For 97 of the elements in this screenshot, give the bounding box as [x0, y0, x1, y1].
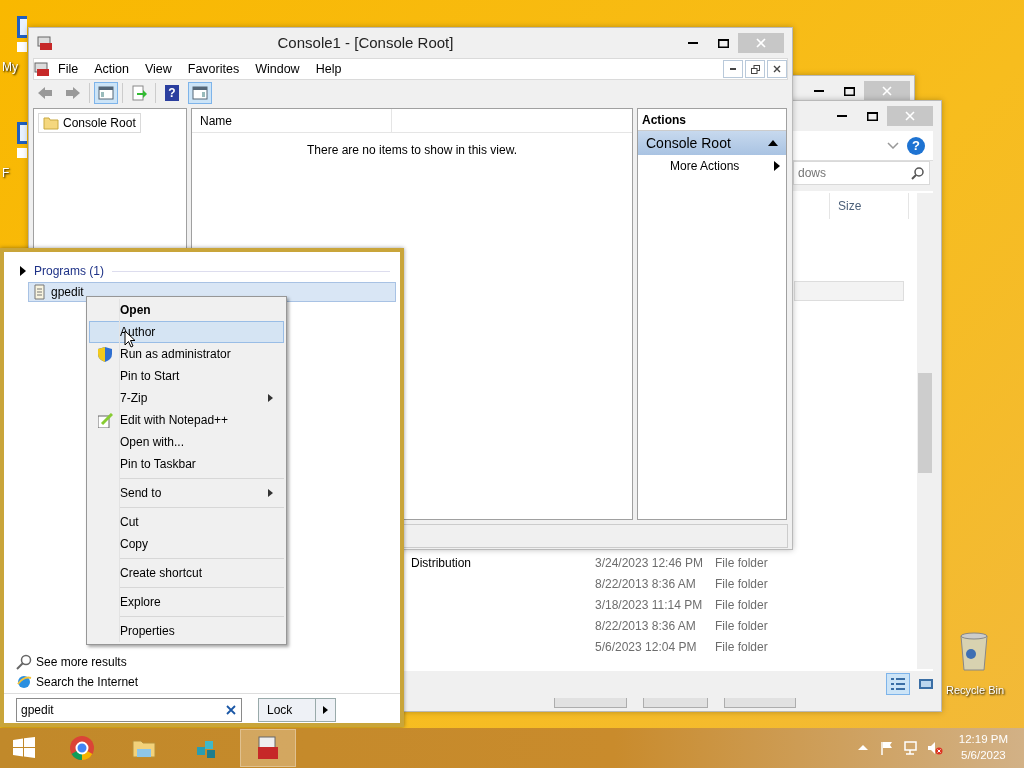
action-item[interactable]: More Actions	[638, 155, 786, 177]
submenu-arrow-icon	[774, 161, 780, 171]
minimize-icon	[837, 115, 847, 117]
back-arrow-icon	[37, 85, 53, 101]
action-pane-icon	[192, 85, 208, 101]
taskbar-button[interactable]	[240, 729, 296, 767]
folder-icon	[43, 116, 59, 130]
collapse-arrow-icon[interactable]	[768, 140, 778, 146]
export-list-icon	[131, 85, 147, 101]
maximize-icon	[717, 38, 729, 48]
date-modified: 8/22/2013 8:36 AM	[595, 618, 696, 635]
column-header[interactable]: Name	[192, 109, 392, 132]
clear-icon[interactable]	[226, 705, 236, 715]
menu-item[interactable]: Pin to Start	[89, 365, 284, 387]
menu-item[interactable]: File	[50, 59, 87, 79]
shield-icon	[98, 346, 112, 362]
toolbox-icon	[37, 35, 53, 51]
column-header[interactable]: Size	[829, 193, 909, 219]
menu-item[interactable]: Create shortcut	[89, 562, 284, 584]
date-modified: 8/22/2013 8:36 AM	[595, 576, 696, 593]
restore-button[interactable]	[745, 60, 765, 78]
toolbar-button[interactable]	[94, 82, 118, 104]
close-button[interactable]	[767, 60, 787, 78]
toolbar-button[interactable]: ?	[160, 82, 184, 104]
search-field[interactable]: gpedit	[16, 698, 242, 722]
view-button[interactable]	[886, 673, 910, 695]
list-view-icon	[890, 676, 906, 692]
minimize-icon	[688, 42, 698, 44]
desktop-icon-label: My	[2, 59, 18, 76]
menu-item[interactable]: Window	[247, 59, 308, 79]
date-modified: 3/24/2023 12:46 PM	[595, 555, 704, 572]
menu-item[interactable]: Send to	[89, 482, 284, 504]
item-type: File folder	[715, 576, 768, 593]
lock-button[interactable]: Lock	[258, 698, 316, 722]
menu-item[interactable]: 7-Zip	[89, 387, 284, 409]
shutdown-options-button[interactable]	[316, 698, 336, 722]
tree-pane-icon	[98, 85, 114, 101]
toolbar-button[interactable]	[188, 82, 212, 104]
minimize-icon	[814, 90, 824, 92]
group-header[interactable]: Programs (1)	[34, 262, 104, 280]
tree-item[interactable]: Console Root	[38, 113, 141, 133]
notepad-icon	[97, 412, 113, 428]
desktop-icon-label: F	[2, 165, 10, 182]
desktop-icon-label: Recycle Bin	[946, 683, 1005, 698]
globe-icon	[16, 674, 32, 690]
menu-item[interactable]: Properties	[89, 620, 284, 642]
search-icon[interactable]	[911, 167, 924, 180]
minimize-button[interactable]	[723, 60, 743, 78]
menu-item[interactable]: Run as administrator	[89, 343, 284, 365]
date-modified: 3/18/2023 11:14 PM	[595, 597, 703, 614]
close-icon	[905, 111, 915, 121]
browser-icon	[69, 735, 95, 761]
picture-view-icon	[918, 676, 934, 692]
muted-speaker-icon[interactable]	[926, 740, 943, 756]
menu-item[interactable]: Edit with Notepad++	[89, 409, 284, 431]
menu-item[interactable]: Explore	[89, 591, 284, 613]
close-icon	[756, 38, 766, 48]
menu-item[interactable]: Copy	[89, 533, 284, 555]
search-icon	[16, 654, 32, 670]
item-type: File folder	[715, 639, 768, 656]
restore-icon	[750, 64, 760, 74]
menu-item[interactable]: Help	[307, 59, 350, 79]
actions-group-header[interactable]: Console Root	[638, 131, 786, 155]
recycle-bin-icon[interactable]	[958, 632, 990, 672]
caret-icon	[323, 706, 328, 714]
close-icon	[773, 65, 781, 73]
menu-item[interactable]: Pin to Taskbar	[89, 453, 284, 475]
forward-arrow-icon	[65, 85, 81, 101]
item-type: File folder	[715, 618, 768, 635]
expand-arrow-icon[interactable]	[20, 266, 26, 276]
close-icon	[882, 86, 892, 96]
document-icon	[33, 284, 47, 300]
date-modified: 5/6/2023 12:04 PM	[595, 639, 697, 656]
help-icon[interactable]: ?	[907, 136, 925, 155]
item-type: File folder	[715, 597, 768, 614]
empty-message: There are no items to show in this view.	[305, 142, 519, 159]
menu-item[interactable]: Open	[89, 299, 284, 321]
minimize-icon	[730, 68, 736, 70]
search-link[interactable]: Search the Internet	[16, 673, 139, 691]
toolbox-icon	[255, 735, 281, 761]
menu-item[interactable]: Open with...	[89, 431, 284, 453]
maximize-icon	[843, 86, 855, 96]
help-icon: ?	[165, 85, 179, 101]
menu-item[interactable]: Cut	[89, 511, 284, 533]
toolbox-icon[interactable]	[34, 61, 50, 77]
maximize-icon	[866, 111, 878, 121]
window-title: Console1 - [Console Root]	[276, 32, 455, 53]
windows-logo-icon	[11, 735, 37, 761]
chevron-down-icon[interactable]	[887, 142, 899, 149]
menu-item[interactable]: Action	[86, 59, 137, 79]
scrollbar[interactable]	[917, 193, 933, 669]
item-type: File folder	[715, 555, 768, 572]
search-link[interactable]: See more results	[16, 653, 139, 671]
file-name: Distribution	[411, 555, 472, 572]
search-field[interactable]: dows	[793, 161, 930, 185]
menu-item[interactable]: Favorites	[179, 59, 248, 79]
menu-item[interactable]: View	[136, 59, 180, 79]
